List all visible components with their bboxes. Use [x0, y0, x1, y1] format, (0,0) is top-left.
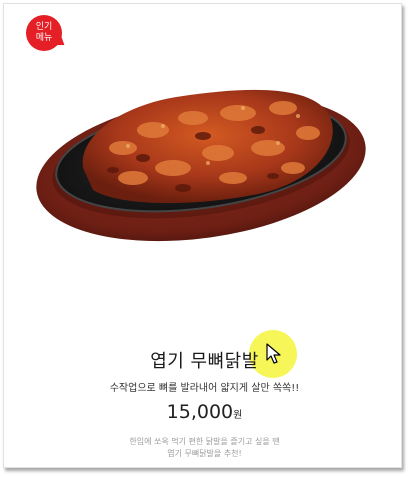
product-description: 한입에 쏘옥 먹기 편한 닭발을 즐기고 싶을 땐 엽기 무뼈닭발을 추천! [0, 436, 409, 460]
price-currency: 원 [233, 410, 243, 421]
price-value: 15,000 [166, 401, 234, 423]
mouse-pointer-icon [266, 343, 281, 364]
product-name: 엽기 무뼈닭발 [150, 351, 259, 372]
product-price: 15,000원 [0, 401, 409, 423]
badge-line-2: 메뉴 [35, 33, 53, 43]
description-line-2: 엽기 무뼈닭발을 추천! [167, 449, 242, 458]
badge-line-1: 인기 [35, 22, 53, 32]
dish-image [36, 89, 366, 242]
product-subtitle: 수작업으로 뼈를 발라내어 얇지게 살만 쏙쏙!! [109, 383, 300, 394]
description-line-1: 한입에 쏘옥 먹기 편한 닭발을 즐기고 싶을 땐 [129, 437, 280, 446]
popular-menu-badge: 인기 메뉴 [26, 15, 62, 51]
